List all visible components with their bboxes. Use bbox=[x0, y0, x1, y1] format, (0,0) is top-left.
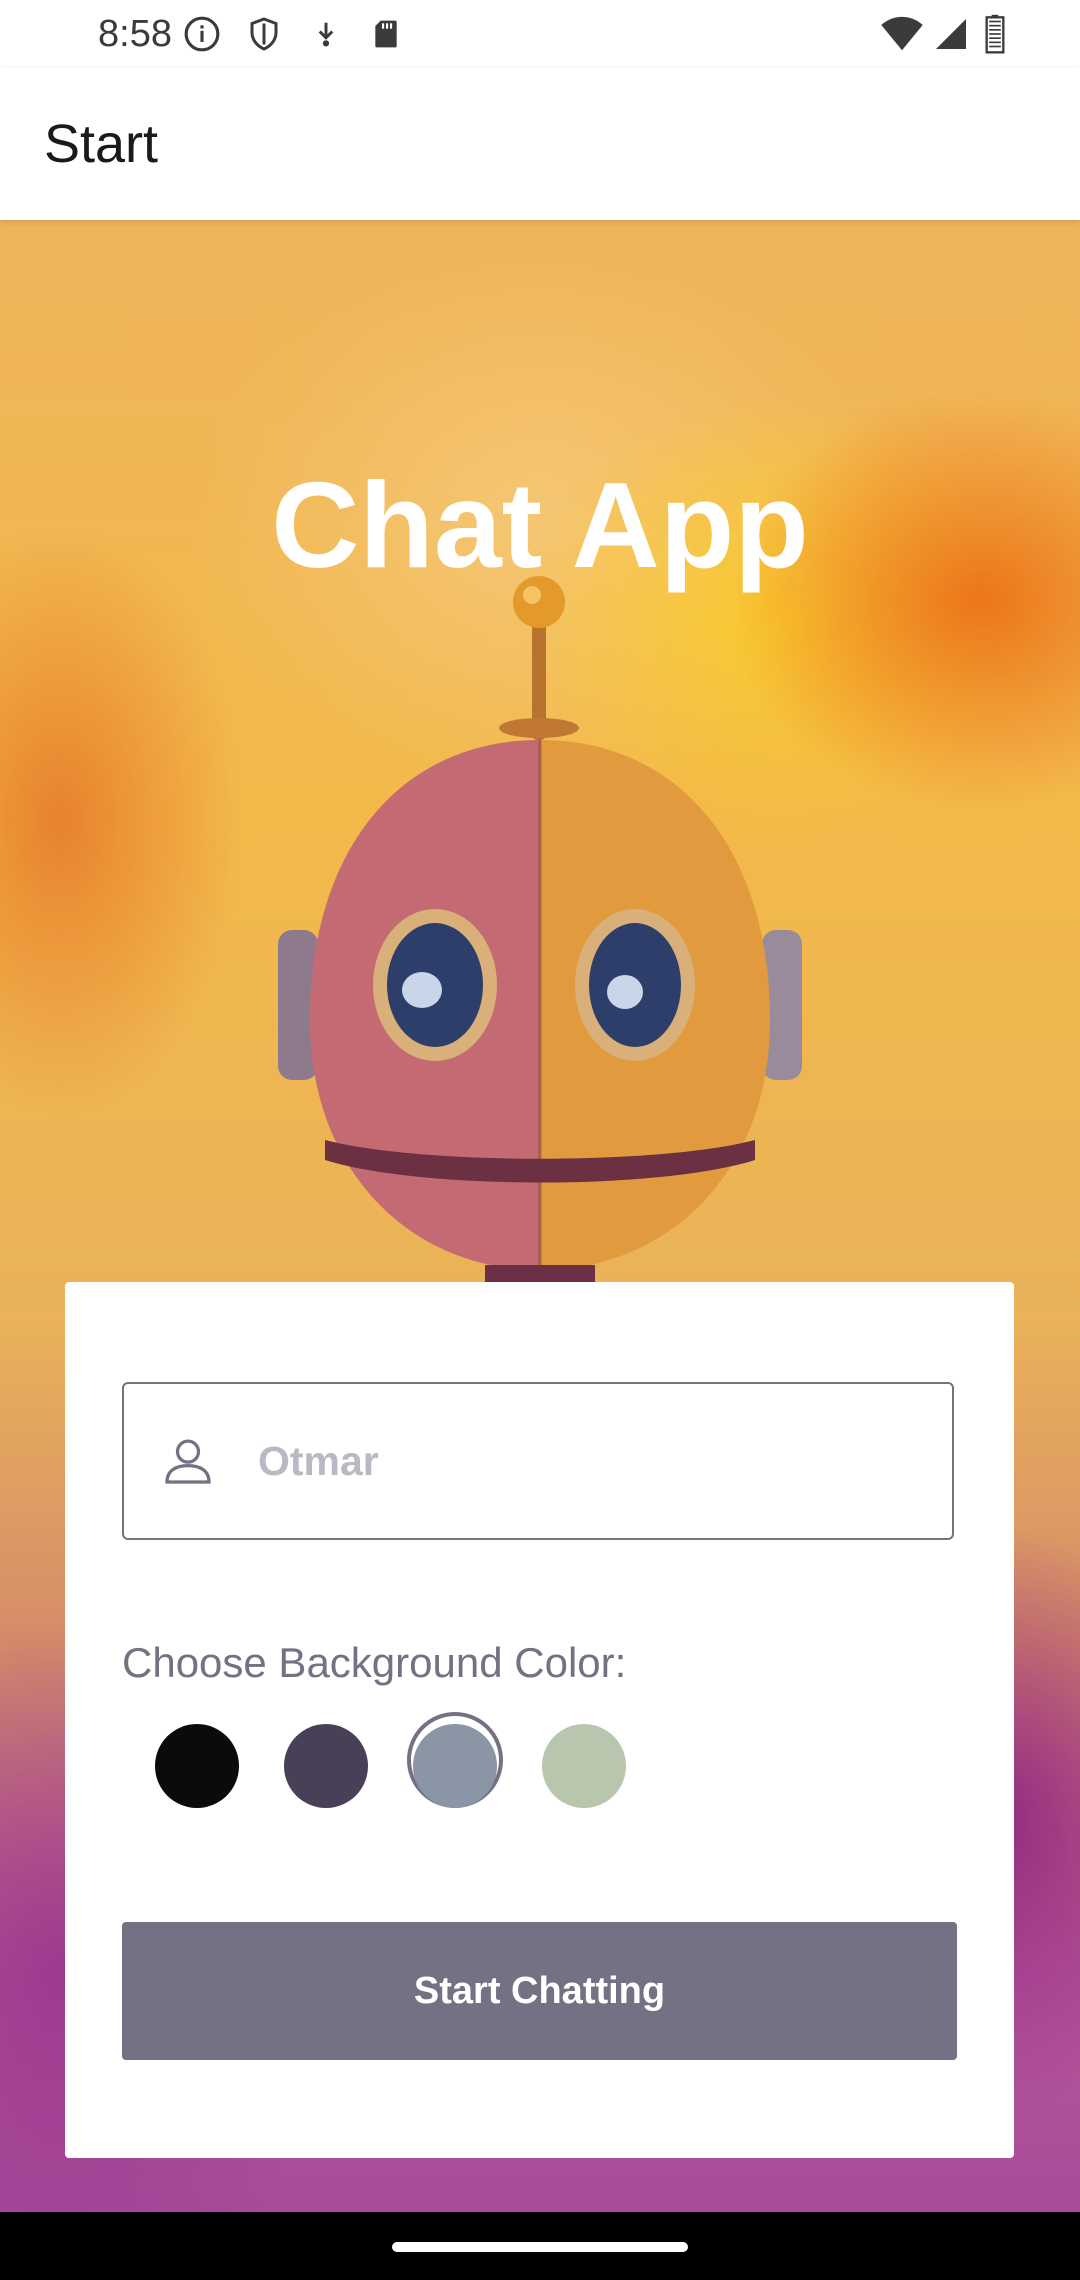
screen-title: Start bbox=[44, 114, 159, 174]
app-title: Chat App bbox=[271, 457, 809, 593]
color-swatch-dark-purple[interactable] bbox=[284, 1724, 368, 1808]
person-icon bbox=[160, 1433, 216, 1489]
color-swatch-black[interactable] bbox=[155, 1724, 239, 1808]
info-icon bbox=[182, 14, 222, 54]
download-icon bbox=[306, 14, 346, 54]
home-gesture-handle[interactable] bbox=[392, 2242, 688, 2252]
start-chatting-button[interactable]: Start Chatting bbox=[122, 1922, 957, 2060]
name-input[interactable] bbox=[256, 1436, 860, 1486]
navigation-bar bbox=[0, 2212, 1080, 2280]
start-form-card: Choose Background Color: Start Chatting bbox=[65, 1282, 1014, 2158]
wifi-icon bbox=[878, 14, 926, 54]
status-bar: 8:58 bbox=[0, 0, 1080, 68]
shield-icon bbox=[244, 14, 284, 54]
cell-signal-icon bbox=[930, 14, 972, 54]
status-time: 8:58 bbox=[98, 13, 172, 55]
color-options bbox=[122, 1712, 722, 1820]
color-swatch-sage-green[interactable] bbox=[542, 1724, 626, 1808]
robot-illustration bbox=[278, 576, 802, 1330]
sd-card-icon bbox=[366, 14, 406, 54]
color-label: Choose Background Color: bbox=[122, 1639, 627, 1686]
battery-icon bbox=[980, 14, 1010, 54]
app-bar: Start bbox=[0, 68, 1080, 220]
name-field[interactable] bbox=[122, 1382, 954, 1540]
color-swatch-slate-blue[interactable] bbox=[413, 1724, 497, 1808]
